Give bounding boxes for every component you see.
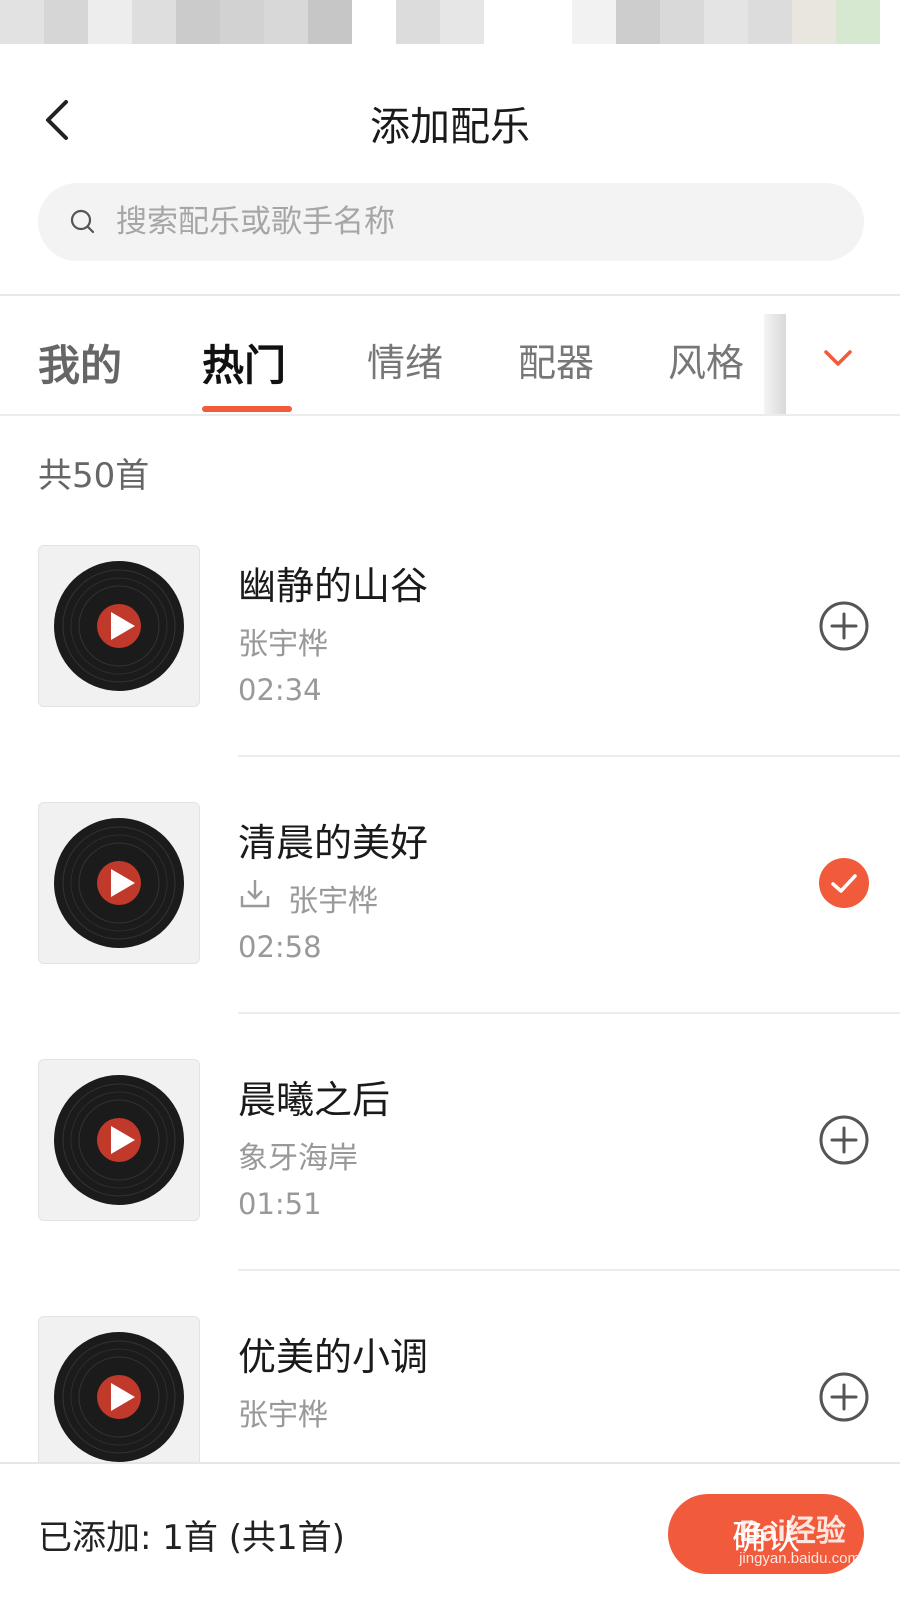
song-artist: 象牙海岸 [238,1141,358,1176]
song-artist: 张宇桦 [288,884,378,919]
song-artist: 张宇桦 [238,627,328,662]
downloaded-icon [240,880,270,908]
search-bar[interactable] [38,183,864,261]
song-artist: 张宇桦 [238,1398,328,1433]
watermark: Bai经验 jingyan.baidu.com [739,1506,860,1567]
divider [238,1012,900,1014]
tab-instrument[interactable]: 配器 [518,332,594,387]
vinyl-record-icon [54,1332,184,1462]
song-cover-play-button[interactable] [38,545,200,707]
search-icon [70,209,95,234]
more-categories-button[interactable] [818,340,858,376]
song-duration: 02:58 [238,930,322,964]
watermark-url: jingyan.baidu.com [739,1550,860,1567]
divider [238,1269,900,1271]
plus-circle-icon [819,601,869,651]
vinyl-record-icon [54,1075,184,1205]
page-title: 添加配乐 [370,104,530,150]
tab-hot[interactable]: 热门 [202,332,286,393]
song-cover-play-button[interactable] [38,802,200,964]
watermark-brand: Bai经验 [739,1515,846,1548]
active-tab-indicator [202,406,292,412]
added-count-text: 已添加: 1首 (共1首) [38,1518,345,1558]
song-duration: 02:34 [238,673,322,707]
tab-mood[interactable]: 情绪 [367,332,443,387]
list-item[interactable]: 清晨的美好 张宇桦 02:58 [0,802,900,1064]
add-song-button[interactable] [818,600,870,652]
list-item[interactable]: 幽静的山谷 张宇桦 02:34 [0,545,900,807]
category-tabs: 我的 热门 情绪 配器 风格 [0,296,900,416]
song-cover-play-button[interactable] [38,1316,200,1478]
song-title: 幽静的山谷 [238,564,429,608]
add-song-button[interactable] [818,1114,870,1166]
check-circle-icon [819,858,869,908]
status-bar [0,0,900,44]
add-song-button[interactable] [818,1371,870,1423]
song-duration: 01:51 [238,1187,322,1221]
vinyl-record-icon [54,818,184,948]
song-cover-play-button[interactable] [38,1059,200,1221]
divider [238,755,900,757]
plus-circle-icon [819,1115,869,1165]
list-item[interactable]: 晨曦之后 象牙海岸 01:51 [0,1059,900,1321]
vinyl-record-icon [54,561,184,691]
song-title: 晨曦之后 [238,1078,391,1122]
selected-song-button[interactable] [818,857,870,909]
tab-style[interactable]: 风格 [668,332,744,387]
search-input[interactable] [114,203,818,241]
song-title: 清晨的美好 [238,821,429,865]
song-count: 共50首 [38,456,150,496]
song-title: 优美的小调 [238,1335,429,1379]
tab-scroll-fade [764,314,786,414]
chevron-down-icon [824,350,852,366]
tab-mine[interactable]: 我的 [38,332,122,393]
plus-circle-icon [819,1372,869,1422]
